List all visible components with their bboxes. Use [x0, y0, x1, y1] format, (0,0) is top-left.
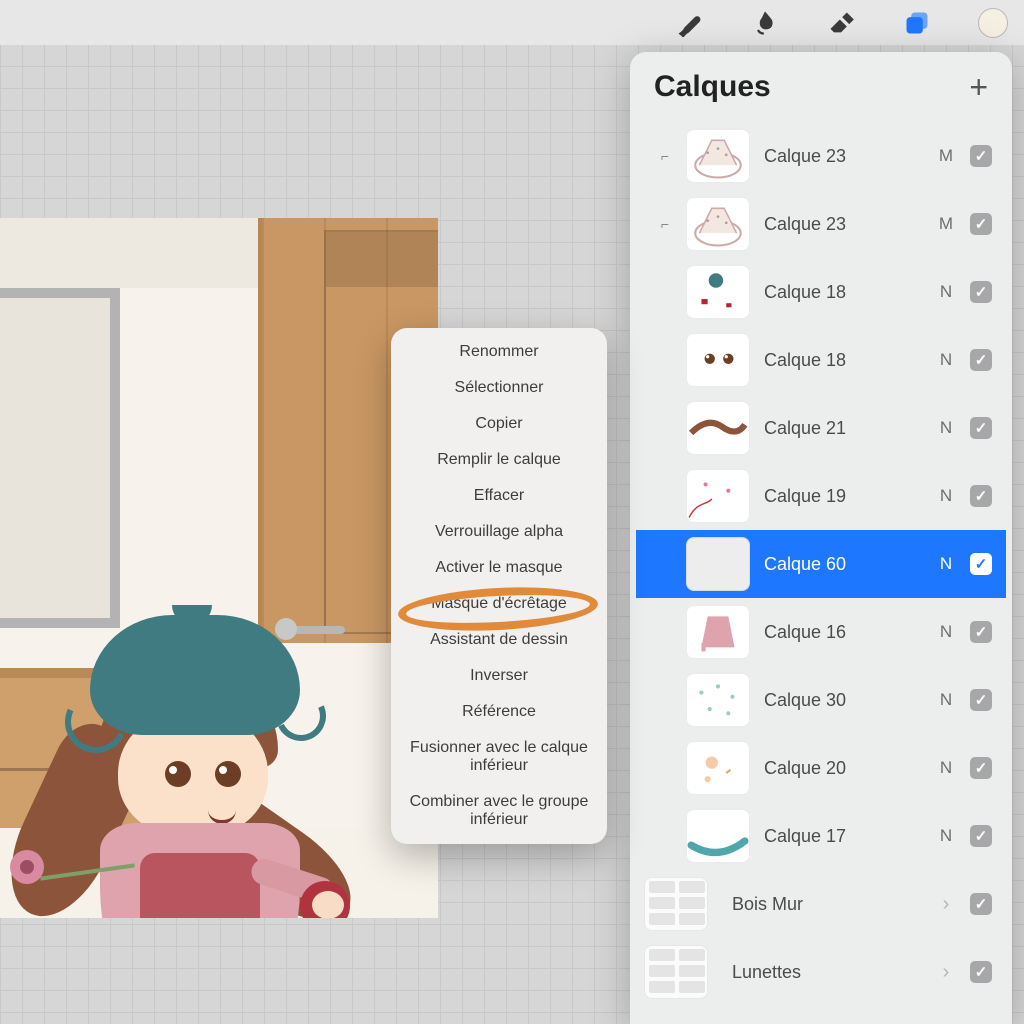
layer-thumbnail[interactable]: [686, 129, 750, 183]
menu-item[interactable]: Copier: [391, 406, 607, 442]
blend-mode-label[interactable]: N: [936, 554, 956, 574]
layer-row[interactable]: Calque 21 N: [658, 394, 998, 462]
visibility-checkbox[interactable]: [970, 689, 992, 711]
blend-mode-label[interactable]: N: [936, 282, 956, 302]
layer-group-row[interactable]: Lunettes ›: [640, 938, 998, 1006]
layer-row[interactable]: Calque 30 N: [658, 666, 998, 734]
layer-name-label: Calque 23: [764, 146, 922, 167]
add-layer-button[interactable]: +: [969, 71, 988, 103]
layer-thumbnail[interactable]: [686, 333, 750, 387]
visibility-checkbox[interactable]: [970, 553, 992, 575]
visibility-checkbox[interactable]: [970, 825, 992, 847]
layer-row[interactable]: Calque 17 N: [658, 802, 998, 870]
layer-row[interactable]: Calque 60 N: [636, 530, 1006, 598]
visibility-checkbox[interactable]: [970, 961, 992, 983]
menu-item[interactable]: Effacer: [391, 478, 607, 514]
menu-item[interactable]: Verrouillage alpha: [391, 514, 607, 550]
menu-item[interactable]: Combiner avec le groupe inférieur: [391, 784, 607, 838]
layer-name-label: Calque 60: [764, 554, 922, 575]
smudge-icon[interactable]: [750, 8, 780, 38]
layers-icon[interactable]: [902, 8, 932, 38]
context-menu-pointer: [597, 562, 617, 582]
blend-mode-label[interactable]: M: [936, 146, 956, 166]
layers-list[interactable]: ⌐Calque 23M⌐Calque 23MCalque 18NCalque 1…: [630, 122, 1012, 1024]
layer-thumbnail[interactable]: [686, 401, 750, 455]
visibility-checkbox[interactable]: [970, 893, 992, 915]
visibility-checkbox[interactable]: [970, 621, 992, 643]
layer-name-label: Calque 18: [764, 350, 922, 371]
artwork-canvas[interactable]: [0, 218, 438, 918]
color-icon[interactable]: [978, 8, 1008, 38]
layers-header: Calques +: [630, 52, 1012, 122]
chevron-right-icon[interactable]: ›: [936, 961, 956, 984]
layer-row[interactable]: ⌐ Calque 23 M: [658, 122, 998, 190]
layer-row[interactable]: ⌐ Calque 23 M: [658, 190, 998, 258]
blend-mode-label[interactable]: M: [936, 214, 956, 234]
layers-popover: Calques + ⌐ Calque 23 M ⌐ Calque 23 M Calque 1…: [630, 52, 1012, 1024]
layer-context-menu: RenommerSélectionnerCopierRemplir le cal…: [391, 328, 607, 844]
layer-group-row[interactable]: Bois Mur ›: [640, 870, 998, 938]
art-flower: [10, 860, 130, 880]
layer-thumbnail[interactable]: [686, 537, 750, 591]
layer-row[interactable]: Calque 16 N: [658, 598, 998, 666]
visibility-checkbox[interactable]: [970, 213, 992, 235]
menu-item[interactable]: Sélectionner: [391, 370, 607, 406]
layer-name-label: Calque 21: [764, 418, 922, 439]
top-toolbar: [0, 0, 1024, 45]
menu-item[interactable]: Assistant de dessin: [391, 622, 607, 658]
brush-icon[interactable]: [674, 8, 704, 38]
blend-mode-label[interactable]: N: [936, 690, 956, 710]
menu-item[interactable]: Renommer: [391, 334, 607, 370]
layer-name-label: Calque 16: [764, 622, 922, 643]
layer-thumbnail[interactable]: [644, 877, 708, 931]
blend-mode-label[interactable]: N: [936, 418, 956, 438]
menu-item[interactable]: Référence: [391, 694, 607, 730]
menu-item[interactable]: Masque d'écrêtage: [391, 586, 607, 622]
eraser-icon[interactable]: [826, 8, 856, 38]
layer-thumbnail[interactable]: [686, 265, 750, 319]
layer-name-label: Calque 20: [764, 758, 922, 779]
layer-thumbnail[interactable]: [686, 809, 750, 863]
layer-name-label: Calque 18: [764, 282, 922, 303]
chevron-right-icon[interactable]: ›: [936, 893, 956, 916]
clip-indicator: ⌐: [658, 216, 672, 232]
layer-name-label: Lunettes: [722, 962, 922, 983]
visibility-checkbox[interactable]: [970, 417, 992, 439]
layer-thumbnail[interactable]: [686, 469, 750, 523]
blend-mode-label[interactable]: N: [936, 486, 956, 506]
layer-name-label: Calque 17: [764, 826, 922, 847]
layer-name-label: Calque 23: [764, 214, 922, 235]
blend-mode-label[interactable]: N: [936, 826, 956, 846]
menu-item[interactable]: Inverser: [391, 658, 607, 694]
layer-thumbnail[interactable]: [686, 605, 750, 659]
layer-row[interactable]: Calque 19 N: [658, 462, 998, 530]
visibility-checkbox[interactable]: [970, 281, 992, 303]
visibility-checkbox[interactable]: [970, 485, 992, 507]
layers-title: Calques: [654, 70, 771, 104]
visibility-checkbox[interactable]: [970, 349, 992, 371]
menu-item[interactable]: Remplir le calque: [391, 442, 607, 478]
layer-row[interactable]: Calque 18 N: [658, 258, 998, 326]
layer-name-label: Bois Mur: [722, 894, 922, 915]
art-window-frame: [0, 288, 120, 628]
blend-mode-label[interactable]: N: [936, 758, 956, 778]
blend-mode-label[interactable]: N: [936, 350, 956, 370]
layer-name-label: Calque 19: [764, 486, 922, 507]
layer-name-label: Calque 30: [764, 690, 922, 711]
visibility-checkbox[interactable]: [970, 145, 992, 167]
visibility-checkbox[interactable]: [970, 757, 992, 779]
layer-thumbnail[interactable]: [644, 945, 708, 999]
layer-thumbnail[interactable]: [686, 197, 750, 251]
blend-mode-label[interactable]: N: [936, 622, 956, 642]
layer-thumbnail[interactable]: [686, 741, 750, 795]
layer-thumbnail[interactable]: [686, 673, 750, 727]
clip-indicator: ⌐: [658, 148, 672, 164]
menu-item[interactable]: Activer le masque: [391, 550, 607, 586]
color-swatch[interactable]: [978, 8, 1008, 38]
layer-row[interactable]: Calque 18 N: [658, 326, 998, 394]
layer-row[interactable]: Calque 20 N: [658, 734, 998, 802]
menu-item[interactable]: Fusionner avec le calque inférieur: [391, 730, 607, 784]
